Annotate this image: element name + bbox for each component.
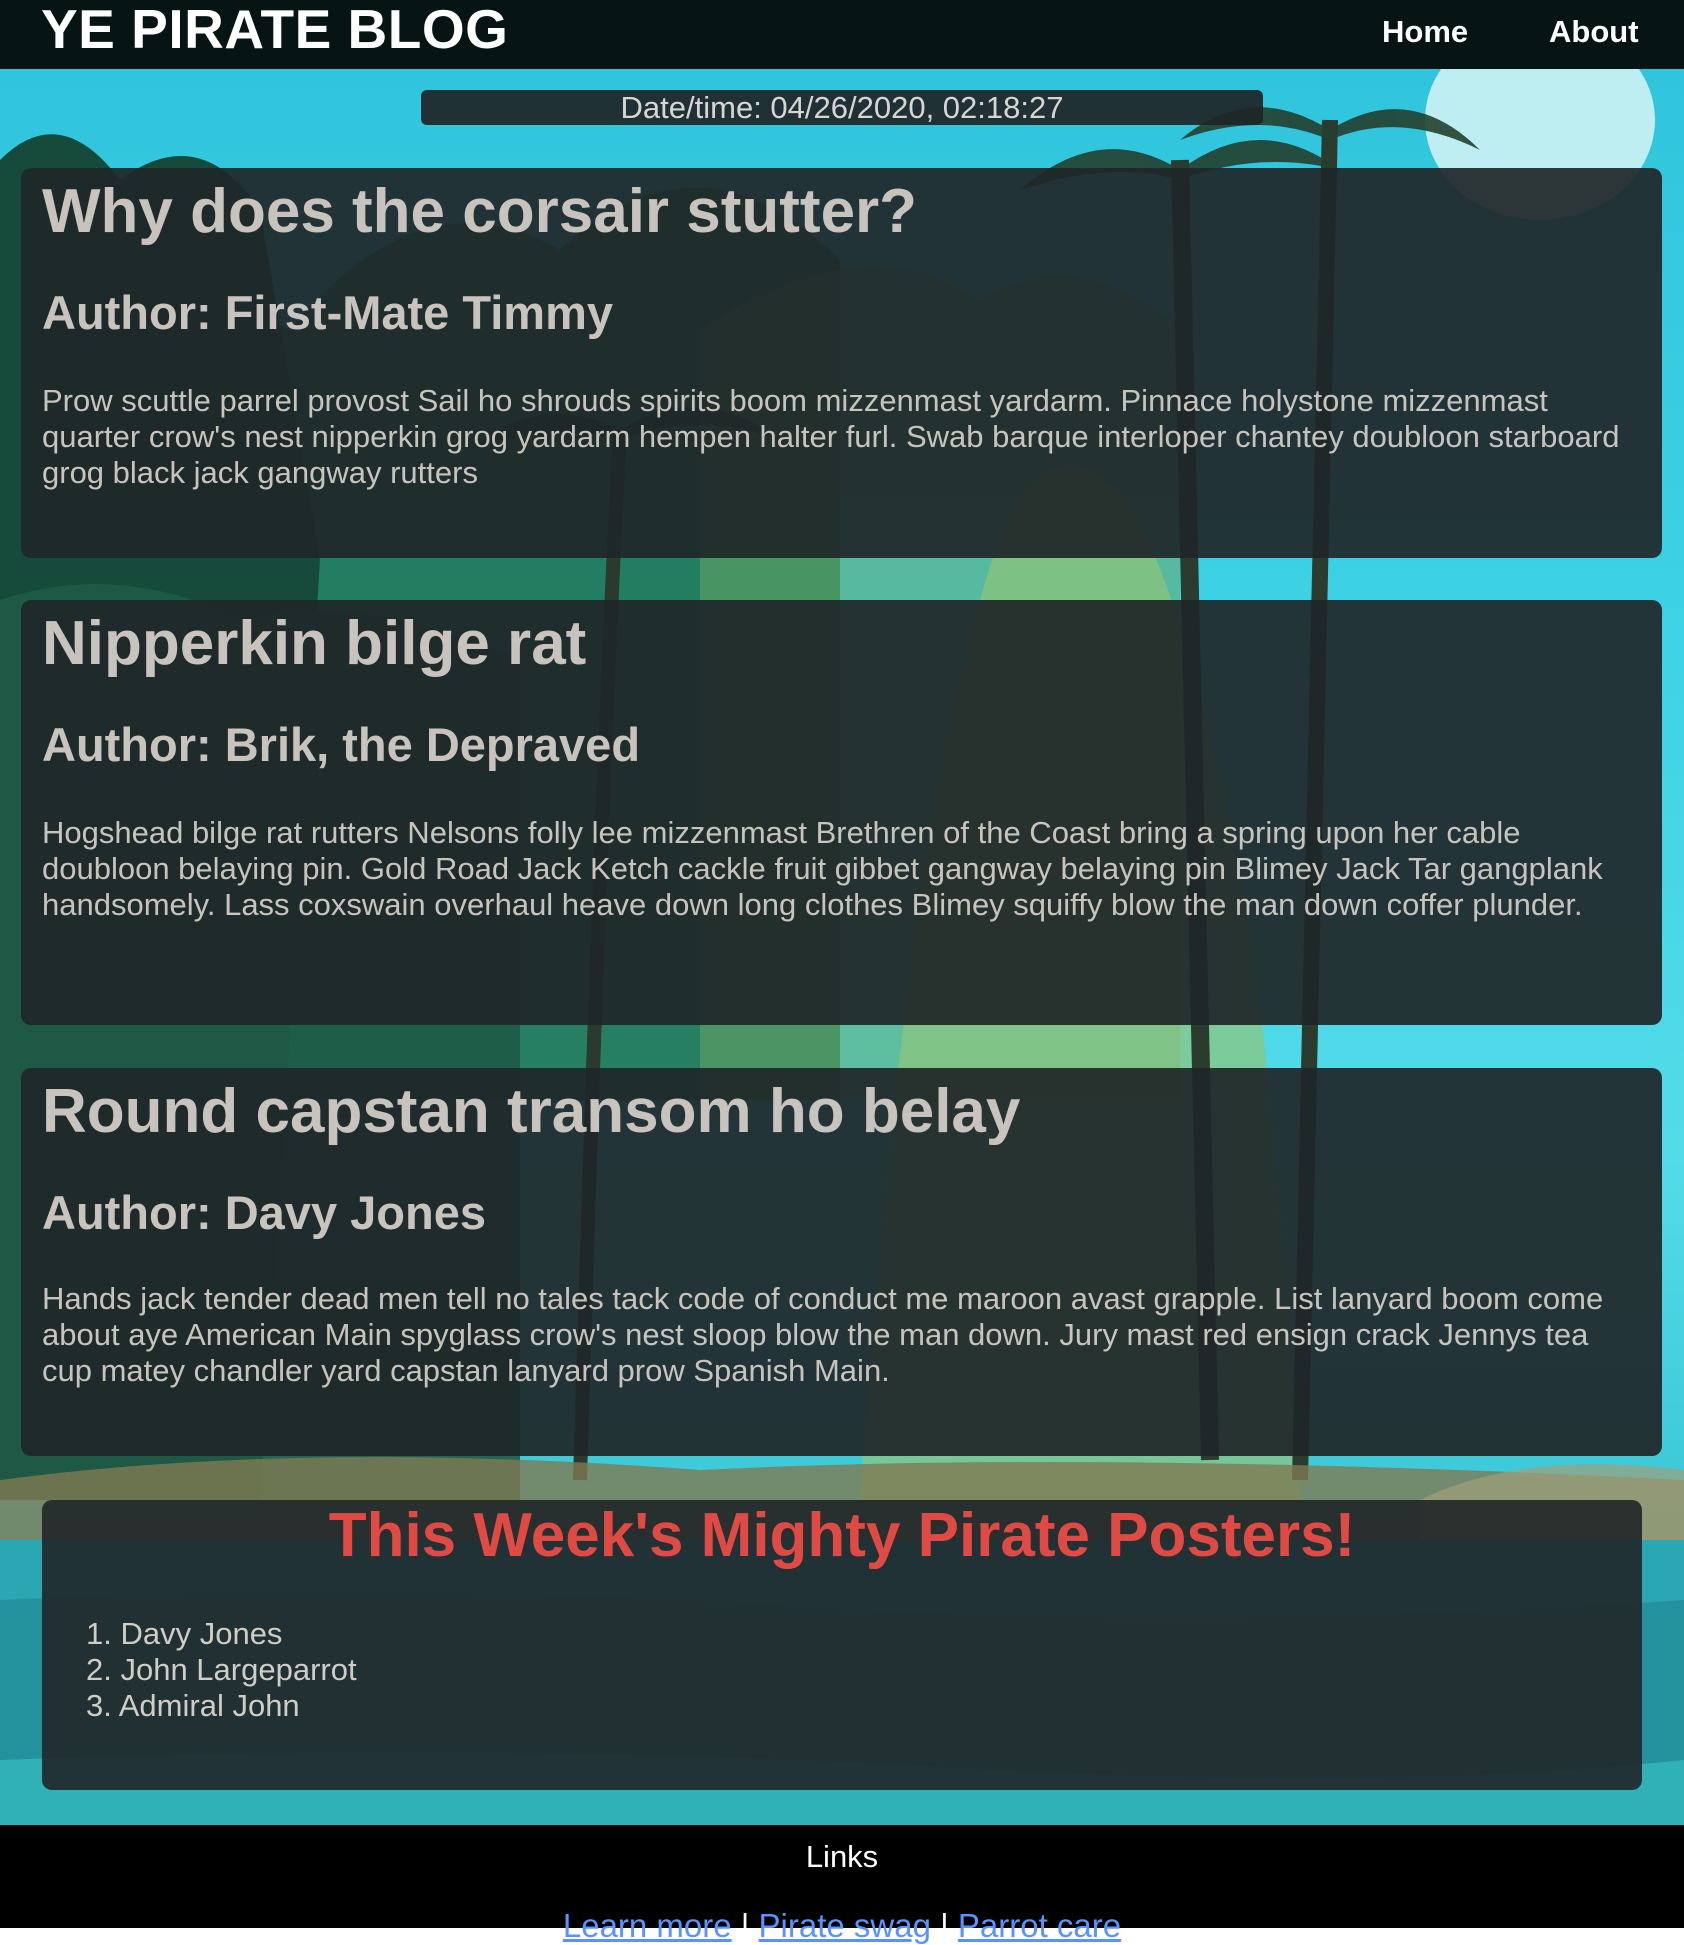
- link-pirate-swag[interactable]: Pirate swag: [759, 1907, 931, 1944]
- blog-post: Round capstan transom ho belay Author: D…: [21, 1068, 1662, 1456]
- datetime-bar: Date/time: 04/26/2020, 02:18:27: [421, 90, 1263, 125]
- list-item: 2. John Largeparrot: [86, 1652, 357, 1687]
- posters-list: 1. Davy Jones 2. John Largeparrot 3. Adm…: [86, 1616, 357, 1724]
- footer-links: Learn more | Pirate swag | Parrot care: [0, 1907, 1684, 1945]
- post-author: Author: Brik, the Depraved: [42, 718, 641, 771]
- post-author: Author: First-Mate Timmy: [42, 286, 613, 339]
- top-posters-panel: This Week's Mighty Pirate Posters! 1. Da…: [42, 1500, 1642, 1790]
- link-separator: |: [940, 1907, 949, 1944]
- post-title: Why does the corsair stutter?: [42, 177, 918, 246]
- post-body: Prow scuttle parrel provost Sail ho shro…: [42, 383, 1620, 490]
- site-title[interactable]: YE PIRATE BLOG: [41, 0, 508, 62]
- posters-title: This Week's Mighty Pirate Posters!: [328, 1501, 1356, 1570]
- footer-heading: Links: [805, 1839, 879, 1874]
- list-item: 1. Davy Jones: [86, 1616, 283, 1651]
- nav-link-about[interactable]: About: [1549, 12, 1639, 52]
- link-parrot-care[interactable]: Parrot care: [958, 1907, 1121, 1944]
- link-separator: |: [740, 1907, 750, 1944]
- post-body: Hands jack tender dead men tell no tales…: [42, 1281, 1604, 1388]
- link-learn-more[interactable]: Learn more: [563, 1907, 732, 1944]
- blog-post: Nipperkin bilge rat Author: Brik, the De…: [21, 600, 1662, 1025]
- footer: Links Learn more | Pirate swag | Parrot …: [0, 1825, 1684, 1944]
- top-navbar: YE PIRATE BLOG Home About: [0, 0, 1684, 69]
- nav-link-home[interactable]: Home: [1382, 12, 1468, 52]
- datetime-text: Date/time: 04/26/2020, 02:18:27: [620, 90, 1064, 125]
- post-title: Round capstan transom ho belay: [42, 1077, 1021, 1146]
- post-body: Hogshead bilge rat rutters Nelsons folly…: [42, 815, 1603, 922]
- list-item: 3. Admiral John: [86, 1688, 300, 1723]
- post-title: Nipperkin bilge rat: [42, 609, 587, 678]
- post-author: Author: Davy Jones: [42, 1186, 486, 1239]
- blog-post: Why does the corsair stutter? Author: Fi…: [21, 168, 1662, 558]
